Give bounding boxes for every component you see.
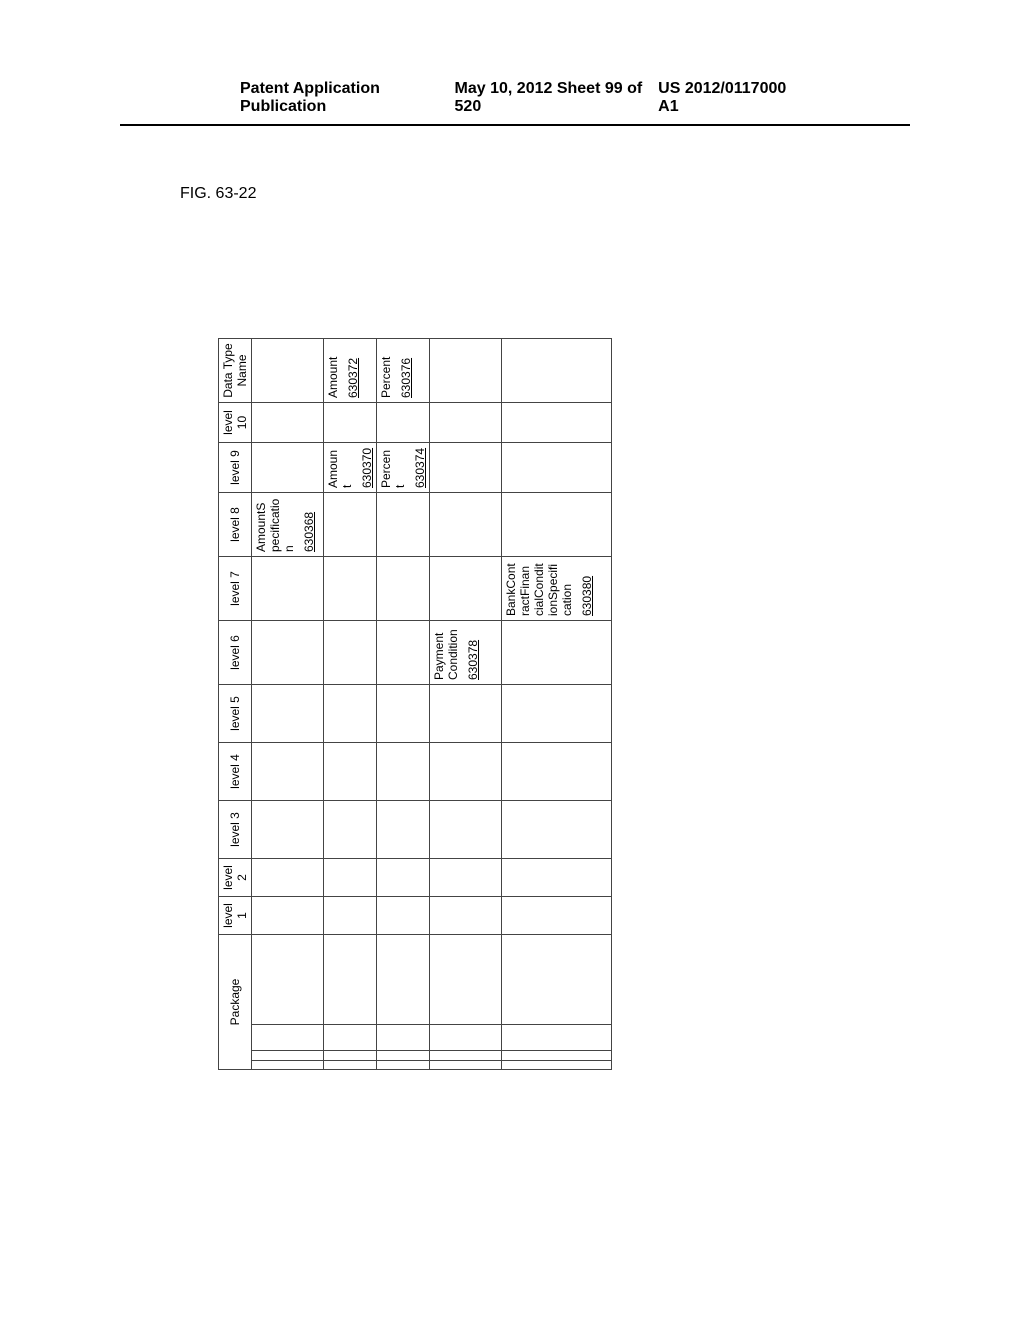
cell-text: Percent xyxy=(379,343,393,398)
reference-number: 630376 xyxy=(399,343,413,398)
col-level-2: level 2 xyxy=(219,859,252,897)
cell-text: AmountSpecification xyxy=(254,497,296,552)
reference-number: 630368 xyxy=(302,497,316,552)
header-left: Patent Application Publication xyxy=(240,80,455,116)
cell-bank-contract-financial-condition-spec: BankContractFinancialConditionSpecificat… xyxy=(502,557,612,621)
header-center: May 10, 2012 Sheet 99 of 520 xyxy=(455,80,659,116)
col-data-type-name: Data Type Name xyxy=(219,339,252,403)
cell-payment-condition: PaymentCondition 630378 xyxy=(430,621,502,685)
reference-number: 630380 xyxy=(580,561,594,616)
table-row: BankContractFinancialConditionSpecificat… xyxy=(502,339,612,1070)
cell-amount-dtn: Amount 630372 xyxy=(324,339,377,403)
col-level-7: level 7 xyxy=(219,557,252,621)
col-level-5: level 5 xyxy=(219,685,252,743)
table-row: AmountSpecification 630368 xyxy=(252,339,324,1070)
col-level-3: level 3 xyxy=(219,801,252,859)
cell-percent-l9: Percent 630374 xyxy=(377,443,430,493)
cell-text: Amount xyxy=(326,343,340,398)
table-row: Percent 630374 Percent 630376 xyxy=(377,339,430,1070)
cell-text: BankContractFinancialConditionSpecificat… xyxy=(504,561,574,616)
cell-amount-l9: Amount 630370 xyxy=(324,443,377,493)
col-level-9: level 9 xyxy=(219,443,252,493)
cell-text: Percent xyxy=(379,447,407,488)
reference-number: 630378 xyxy=(466,625,480,680)
col-level-4: level 4 xyxy=(219,743,252,801)
page-header: Patent Application Publication May 10, 2… xyxy=(120,80,910,126)
cell-percent-dtn: Percent 630376 xyxy=(377,339,430,403)
col-level-8: level 8 xyxy=(219,493,252,557)
reference-number: 630370 xyxy=(360,447,374,488)
table-row: Amount 630370 Amount 630372 xyxy=(324,339,377,1070)
cell-text: PaymentCondition xyxy=(432,625,460,680)
table-row: PaymentCondition 630378 xyxy=(430,339,502,1070)
col-level-10: level 10 xyxy=(219,403,252,443)
col-level-1: level 1 xyxy=(219,897,252,935)
figure-table: Package level 1 level 2 level 3 level 4 … xyxy=(218,338,612,1070)
header-right: US 2012/0117000 A1 xyxy=(658,80,800,116)
figure-label: FIG. 63-22 xyxy=(180,185,256,203)
col-level-6: level 6 xyxy=(219,621,252,685)
reference-number: 630374 xyxy=(413,447,427,488)
reference-number: 630372 xyxy=(346,343,360,398)
cell-amount-specification: AmountSpecification 630368 xyxy=(252,493,324,557)
figure-table-wrap: Package level 1 level 2 level 3 level 4 … xyxy=(218,338,612,1070)
table-header-row: Package level 1 level 2 level 3 level 4 … xyxy=(219,339,252,1070)
cell-text: Amount xyxy=(326,447,354,488)
col-package: Package xyxy=(219,935,252,1070)
